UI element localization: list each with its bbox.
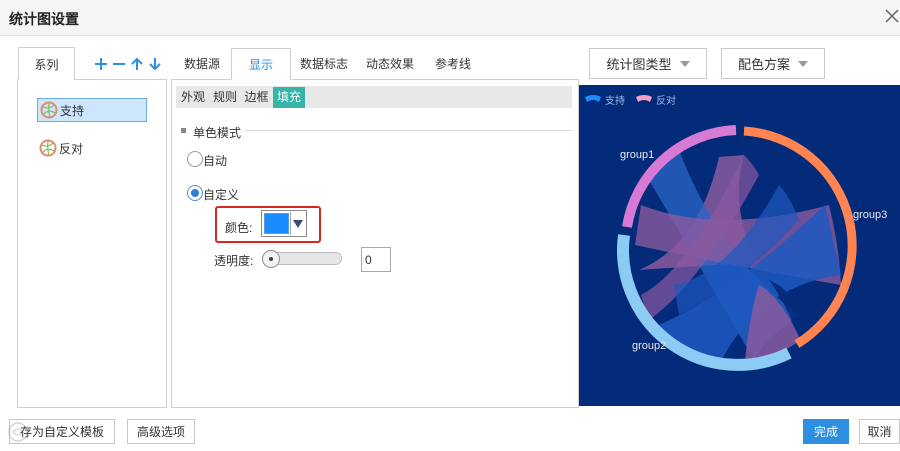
legend-label: 反对 xyxy=(656,95,676,107)
subtab-fill[interactable]: 填充 xyxy=(273,87,305,108)
opacity-input[interactable] xyxy=(361,247,391,272)
series-item-label: 反对 xyxy=(59,141,84,156)
section-divider xyxy=(245,130,572,131)
chord-diagram xyxy=(617,125,857,371)
dialog-titlebar xyxy=(0,0,900,36)
group-label: group3 xyxy=(853,209,888,221)
tab-series[interactable]: 系列 xyxy=(18,47,75,80)
series-item-support[interactable]: 支持 xyxy=(37,98,147,122)
series-item-label: 支持 xyxy=(60,103,85,118)
color-scheme-dropdown[interactable]: 配色方案 xyxy=(721,48,825,79)
series-list xyxy=(17,79,167,408)
remove-series-icon[interactable] xyxy=(112,56,126,72)
opacity-label: 透明度: xyxy=(214,254,254,268)
subtab-appearance[interactable]: 外观 xyxy=(177,87,209,108)
color-scheme-label: 配色方案 xyxy=(737,57,790,72)
legend-item[interactable]: 反对 xyxy=(635,92,676,107)
radio-custom-label: 自定义 xyxy=(203,188,240,202)
radio-custom[interactable] xyxy=(187,185,203,201)
move-up-icon[interactable] xyxy=(130,56,144,72)
color-picker-divider xyxy=(290,212,291,235)
radio-auto-label: 自动 xyxy=(203,154,228,168)
chart-type-label: 统计图类型 xyxy=(606,57,672,72)
section-bullet xyxy=(181,128,186,133)
series-item-oppose[interactable]: 反对 xyxy=(37,136,147,160)
chevron-down-icon xyxy=(798,60,808,67)
subtab-rules[interactable]: 规则 xyxy=(210,87,240,108)
move-down-icon[interactable] xyxy=(148,56,162,72)
section-title: 单色模式 xyxy=(193,126,242,140)
color-label: 颜色: xyxy=(225,221,253,235)
tab-animation[interactable]: 动态效果 xyxy=(360,48,420,80)
legend-label: 支持 xyxy=(605,95,625,107)
legend-chord-icon xyxy=(585,95,601,102)
dropdown-arrow-icon[interactable] xyxy=(292,214,304,234)
color-swatch[interactable] xyxy=(264,213,289,234)
chart-type-dropdown[interactable]: 统计图类型 xyxy=(589,48,707,79)
chord-series-icon xyxy=(40,101,58,119)
tab-data-source[interactable]: 数据源 xyxy=(176,48,228,80)
advanced-options-button[interactable]: 高级选项 xyxy=(127,419,195,444)
tab-display[interactable]: 显示 xyxy=(231,48,291,80)
chord-series-icon xyxy=(39,139,57,157)
group-label: group2 xyxy=(632,340,667,352)
legend-item[interactable]: 支持 xyxy=(584,92,625,107)
cancel-button[interactable]: 取消 xyxy=(859,419,900,444)
chart-legend: 支持 反对 xyxy=(584,92,686,107)
tab-reference-line[interactable]: 参考线 xyxy=(426,48,480,80)
legend-chord-icon xyxy=(636,95,652,102)
chevron-down-icon xyxy=(679,60,690,67)
add-series-icon[interactable] xyxy=(94,56,108,72)
opacity-slider-handle[interactable] xyxy=(262,250,280,268)
dialog-title: 统计图设置 xyxy=(9,11,79,27)
radio-auto[interactable] xyxy=(187,151,203,167)
chart-preview xyxy=(579,85,900,406)
close-icon[interactable] xyxy=(884,8,900,26)
group-label: group1 xyxy=(620,149,655,161)
done-button[interactable]: 完成 xyxy=(803,419,849,444)
tab-data-labels[interactable]: 数据标志 xyxy=(294,48,354,80)
subtab-border[interactable]: 边框 xyxy=(241,87,272,108)
save-template-button[interactable]: 存为自定义模板 xyxy=(9,419,115,444)
